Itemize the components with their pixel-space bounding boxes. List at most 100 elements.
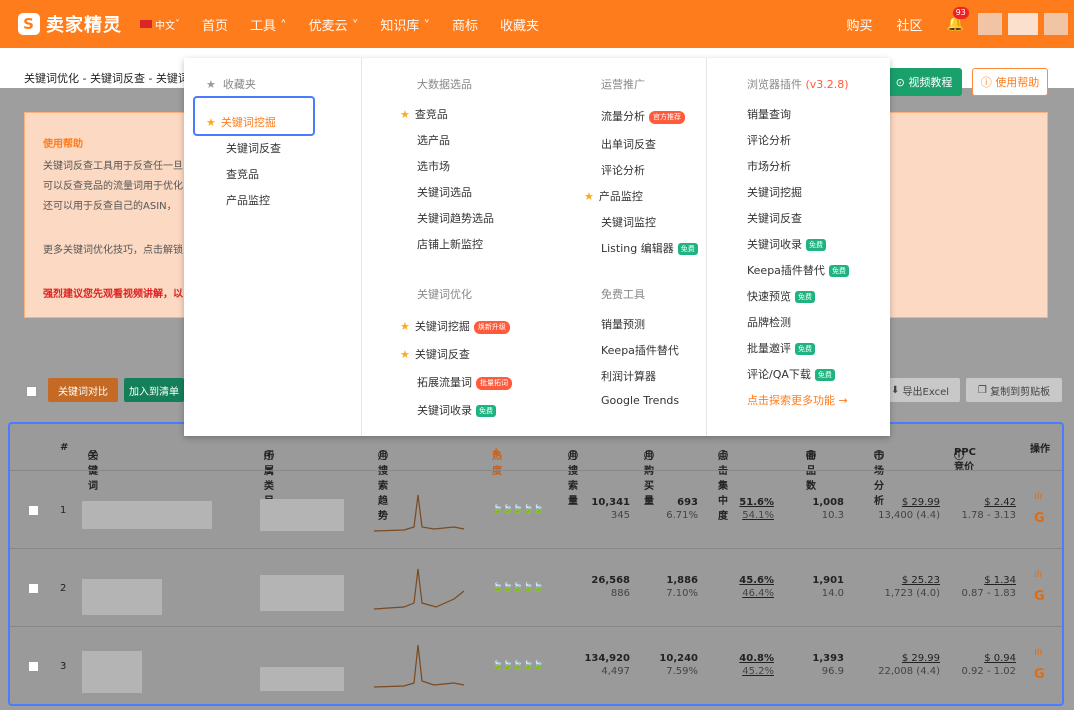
menu-listing-editor[interactable]: Listing 编辑器 免费 <box>601 240 698 256</box>
plugin-item[interactable]: 评论分析 <box>747 132 791 148</box>
menu-order-reverse[interactable]: 出单词反查 <box>601 136 656 152</box>
star-icon: ★ <box>206 116 216 129</box>
menu-store-monitor[interactable]: 店铺上新监控 <box>417 236 483 252</box>
nav-trademark[interactable]: 商标 <box>452 15 478 34</box>
google-icon[interactable]: G <box>1034 511 1045 526</box>
menu-expand-traffic-label: 拓展流量词 <box>417 376 472 389</box>
menu-kw-monitor[interactable]: 关键词监控 <box>601 214 656 230</box>
plugin-item[interactable]: 市场分析 <box>747 158 791 174</box>
fav-item-product-monitor[interactable]: 产品监控 <box>226 192 270 208</box>
ppc-cell[interactable]: $ 1.34 0.87 - 1.83 <box>962 575 1017 599</box>
keyword-cell[interactable] <box>82 651 142 693</box>
plugin-item[interactable]: 关键词收录 免费 <box>747 236 826 252</box>
plugin-column: 浏览器插件 (v3.2.8) 销量查询 评论分析 市场分析 关键词挖掘 关键词反… <box>706 58 890 436</box>
market-cell[interactable]: $ 29.99 13,400 (4.4) <box>878 497 940 521</box>
nav-buy[interactable]: 购买 <box>847 15 873 34</box>
click-cell[interactable]: 51.6% 54.1% <box>739 497 774 521</box>
row-checkbox[interactable] <box>28 583 39 594</box>
menu-kw-indexing[interactable]: 关键词收录 免费 <box>417 402 496 418</box>
add-list-button[interactable]: 加入到清单 <box>124 378 184 402</box>
plugin-item[interactable]: 品牌检测 <box>747 314 791 330</box>
nav-tools[interactable]: 工具 ˄ <box>250 15 287 34</box>
plugin-heading: 浏览器插件 (v3.2.8) <box>747 76 849 92</box>
username[interactable] <box>1008 13 1038 35</box>
bar-chart-icon[interactable]: ılı <box>1034 569 1042 580</box>
plugin-item[interactable]: 评论/QA下载 免费 <box>747 366 835 382</box>
menu-sales-forecast[interactable]: 销量预测 <box>601 316 645 332</box>
video-tutorial-button[interactable]: ⊙ 视频教程 <box>886 68 962 96</box>
plugin-item[interactable]: 销量查询 <box>747 106 791 122</box>
monthly-search-sub: 4,497 <box>601 666 630 677</box>
breadcrumb: 关键词优化 - 关键词反查 - 关键词 <box>24 72 189 85</box>
row-checkbox[interactable] <box>28 505 39 516</box>
keyword-cell[interactable] <box>82 579 162 615</box>
nav-knowledge[interactable]: 知识库 ˅ <box>380 15 430 34</box>
menu-kw-mining[interactable]: ★ 关键词挖掘 焕新升级 <box>400 318 510 334</box>
products-sub: 96.9 <box>821 666 844 677</box>
video-tutorial-label: 视频教程 <box>908 76 953 89</box>
fav-item-keyword-reverse[interactable]: 关键词反查 <box>226 140 281 156</box>
google-icon[interactable]: G <box>1034 667 1045 682</box>
account-menu[interactable] <box>1044 13 1068 35</box>
nav-community[interactable]: 社区 <box>897 15 923 34</box>
menu-listing-editor-label: Listing 编辑器 <box>601 242 674 255</box>
market-cell[interactable]: $ 25.23 1,723 (4.0) <box>884 575 940 599</box>
bar-chart-icon[interactable]: ılı <box>1034 491 1042 502</box>
menu-review-analysis[interactable]: 评论分析 <box>601 162 645 178</box>
menu-product-monitor[interactable]: ★ 产品监控 <box>584 188 643 204</box>
nav-youmaiyun[interactable]: 优麦云 ˅ <box>309 15 359 34</box>
monthly-buy-value: 1,886 <box>666 575 698 586</box>
menu-profit-calc[interactable]: 利润计算器 <box>601 368 656 384</box>
china-flag-icon[interactable] <box>140 20 152 28</box>
ppc-cell[interactable]: $ 0.94 0.92 - 1.02 <box>962 653 1017 677</box>
market-cell[interactable]: $ 29.99 22,008 (4.4) <box>878 653 940 677</box>
bar-chart-icon[interactable]: ılı <box>1034 647 1042 658</box>
fav-item-competitor[interactable]: 查竞品 <box>226 166 259 182</box>
monthly-search-cell: 26,568 886 <box>591 575 630 599</box>
help-button-label: 使用帮助 <box>995 76 1040 89</box>
category-cell <box>260 499 344 531</box>
copy-clipboard-button[interactable]: ❐ 复制到剪贴板 <box>966 378 1062 402</box>
ppc-value: $ 1.34 <box>984 575 1016 586</box>
help-circle-icon: ⓘ <box>264 451 274 462</box>
menu-traffic-analysis[interactable]: 流量分析 官方推荐 <box>601 108 685 124</box>
help-line: 还可以用于反查自己的ASIN， <box>43 201 177 212</box>
plugin-item[interactable]: Keepa插件替代 免费 <box>747 262 849 278</box>
nav-favorites[interactable]: 收藏夹 <box>500 15 539 34</box>
plugin-item[interactable]: 关键词挖掘 <box>747 184 802 200</box>
select-all-checkbox[interactable] <box>26 386 37 397</box>
help-circle-icon: ⓘ <box>378 451 388 462</box>
menu-select-product[interactable]: 选产品 <box>417 132 450 148</box>
products-cell: 1,393 96.9 <box>812 653 844 677</box>
fav-item-keyword-mining[interactable]: ★ 关键词挖掘 <box>206 114 276 130</box>
plugin-item[interactable]: 关键词反查 <box>747 210 802 226</box>
menu-select-market[interactable]: 选市场 <box>417 158 450 174</box>
plugin-item[interactable]: 快速预览 免费 <box>747 288 815 304</box>
keyword-cell[interactable] <box>82 501 212 529</box>
export-excel-button[interactable]: ⬇ 导出Excel <box>880 378 960 402</box>
logo[interactable]: S 卖家精灵 <box>18 11 122 37</box>
menu-kw-reverse[interactable]: ★ 关键词反查 <box>400 346 470 362</box>
help-line-link[interactable]: 更多关键词优化技巧，点击解锁 <box>43 241 183 256</box>
google-icon[interactable]: G <box>1034 589 1045 604</box>
menu-keepa-alt[interactable]: Keepa插件替代 <box>601 342 679 358</box>
ppc-cell[interactable]: $ 2.42 1.78 - 3.13 <box>962 497 1017 521</box>
menu-keyword-trend[interactable]: 关键词趋势选品 <box>417 210 494 226</box>
help-button[interactable]: ⓘ 使用帮助 <box>972 68 1048 96</box>
nav-home[interactable]: 首页 <box>202 15 228 34</box>
menu-keyword-selection[interactable]: 关键词选品 <box>417 184 472 200</box>
bell-icon[interactable]: 🔔 93 <box>947 7 969 32</box>
menu-google-trends[interactable]: Google Trends <box>601 394 679 407</box>
menu-expand-traffic[interactable]: 拓展流量词 批量拓词 <box>417 374 512 390</box>
avatar[interactable] <box>978 13 1002 35</box>
logo-text: 卖家精灵 <box>46 15 122 36</box>
click-cell[interactable]: 40.8% 45.2% <box>739 653 774 677</box>
plugin-item[interactable]: 批量邀评 免费 <box>747 340 815 356</box>
click-cell[interactable]: 45.6% 46.4% <box>739 575 774 599</box>
compare-button[interactable]: 关键词对比 <box>48 378 118 402</box>
row-checkbox[interactable] <box>28 661 39 672</box>
language-select[interactable]: 中文 <box>155 17 175 32</box>
explore-more-link[interactable]: 点击探索更多功能 → <box>747 392 848 408</box>
menu-competitor[interactable]: ★ 查竞品 <box>400 106 448 122</box>
sort-down-icon: ↓ <box>492 447 501 458</box>
